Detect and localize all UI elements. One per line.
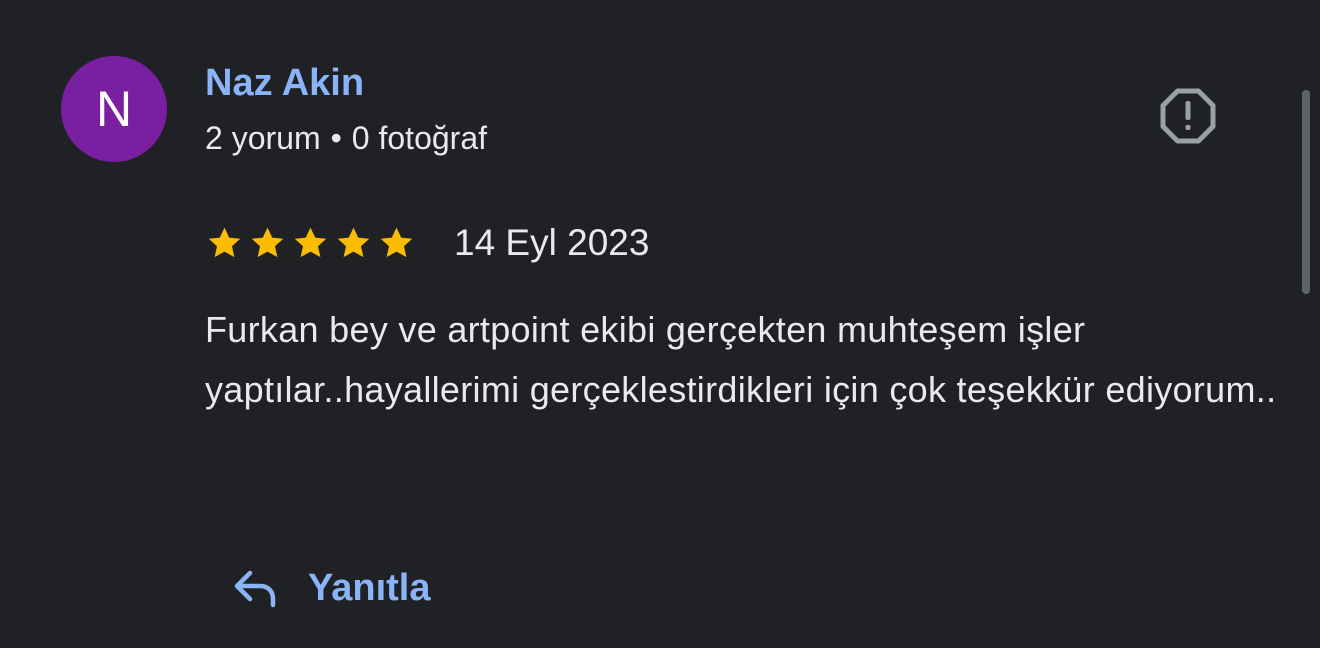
star-icon: [337, 227, 370, 257]
star-icon: [208, 227, 241, 257]
report-flag-icon: [1160, 88, 1216, 144]
report-button[interactable]: [1160, 88, 1216, 144]
reply-label: Yanıtla: [308, 567, 431, 609]
star-icon: [294, 227, 327, 257]
separator-dot: •: [330, 120, 342, 156]
review-date: 14 Eyl 2023: [454, 222, 650, 263]
review-count: 2 yorum: [205, 120, 321, 156]
review-card: N Naz Akin 2 yorum • 0 fotoğraf 14 Eyl 202…: [0, 0, 1320, 648]
photo-count: 0 fotoğraf: [351, 120, 487, 156]
reply-arrow-icon: [234, 570, 276, 608]
reviewer-stats: 2 yorum • 0 fotoğraf: [205, 116, 487, 160]
star-rating: [205, 224, 416, 263]
star-icon: [251, 227, 284, 257]
avatar-initial: N: [95, 81, 133, 137]
avatar[interactable]: N: [61, 56, 167, 162]
review-text: Furkan bey ve artpoint ekibi gerçekten m…: [205, 309, 1277, 410]
star-icon: [380, 227, 413, 257]
scrollbar[interactable]: [1302, 90, 1310, 294]
reviewer-name[interactable]: Naz Akin: [205, 58, 364, 108]
reply-button[interactable]: Yanıtla: [230, 560, 431, 616]
rating-row: 14 Eyl 2023: [205, 218, 649, 268]
